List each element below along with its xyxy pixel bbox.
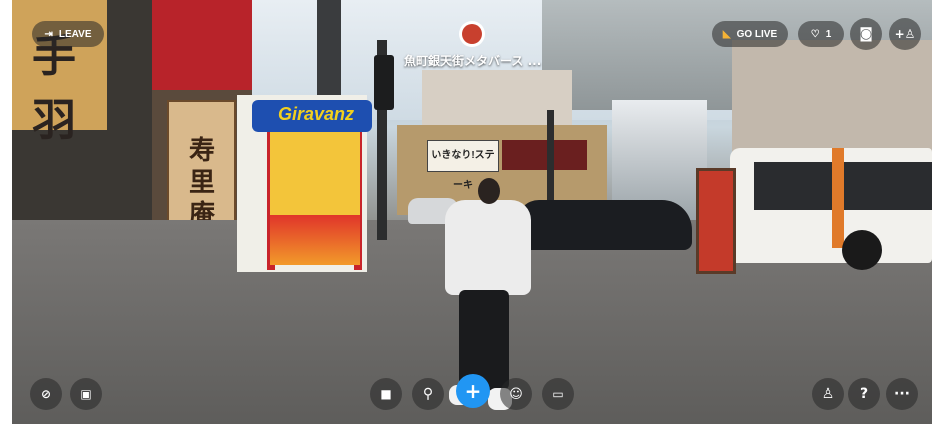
add-user-icon: +♙ bbox=[894, 27, 916, 41]
mic-toggle-button[interactable]: ⊘ bbox=[30, 378, 62, 410]
video-off-icon: ▣ bbox=[80, 387, 92, 401]
megaphone-icon: ◣ bbox=[722, 28, 731, 40]
avatar-body[interactable] bbox=[445, 200, 531, 295]
exit-icon: ⇥ bbox=[44, 28, 53, 40]
leave-label: LEAVE bbox=[58, 28, 92, 40]
person-icon: ♙ bbox=[821, 386, 835, 402]
like-count: 1 bbox=[825, 28, 832, 40]
mic-off-icon: ⊘ bbox=[40, 387, 52, 401]
help-icon: ? bbox=[859, 386, 869, 402]
heart-icon: ♡ bbox=[810, 28, 820, 40]
help-button[interactable]: ? bbox=[848, 378, 880, 410]
leave-button[interactable]: ⇥ LEAVE bbox=[32, 21, 104, 47]
booth-flames bbox=[270, 215, 360, 265]
go-live-button[interactable]: ◣ GO LIVE bbox=[712, 21, 788, 47]
like-button[interactable]: ♡ 1 bbox=[798, 21, 844, 47]
add-user-button[interactable]: +♙ bbox=[889, 18, 921, 50]
plus-icon: + bbox=[464, 379, 482, 403]
traffic-light-icon bbox=[374, 55, 394, 110]
more-icon: ··· bbox=[894, 386, 910, 402]
camera-button[interactable]: ◙ bbox=[850, 18, 882, 50]
emoji-icon: ☺ bbox=[509, 386, 523, 402]
avatar-settings-button[interactable]: ♙ bbox=[812, 378, 844, 410]
sticky-note-button[interactable]: ■ bbox=[370, 378, 402, 410]
host-avatar[interactable] bbox=[459, 21, 485, 47]
more-button[interactable]: ··· bbox=[886, 378, 918, 410]
black-car bbox=[517, 200, 692, 250]
emoji-button[interactable]: ☺ bbox=[500, 378, 532, 410]
juri-sign-text: 寿里庵 bbox=[188, 136, 215, 230]
store-sign bbox=[502, 140, 587, 170]
go-live-label: GO LIVE bbox=[736, 28, 778, 40]
video-toggle-button[interactable]: ▣ bbox=[70, 378, 102, 410]
avatar-head[interactable] bbox=[478, 178, 500, 204]
room-title[interactable]: 魚町銀天街メタバース ... bbox=[404, 52, 544, 69]
screen-share-icon: ▭ bbox=[552, 387, 564, 401]
tebane-sign: 手羽 bbox=[12, 0, 107, 146]
booth-logo: Giravanz bbox=[277, 104, 355, 124]
search-button[interactable]: ⚲ bbox=[412, 378, 444, 410]
add-object-button[interactable]: + bbox=[456, 374, 490, 408]
bus-wheel bbox=[842, 230, 882, 270]
screen-share-button[interactable]: ▭ bbox=[542, 378, 574, 410]
sticky-note-icon: ■ bbox=[380, 387, 392, 401]
bus-stripe bbox=[832, 148, 844, 248]
camera-icon: ◙ bbox=[859, 26, 873, 42]
steak-sign: いきなり!ステーキ bbox=[427, 140, 499, 191]
standing-banner[interactable] bbox=[696, 168, 736, 274]
search-icon: ⚲ bbox=[422, 386, 434, 402]
metaverse-viewport[interactable]: いきなり!ステーキ 手羽 寿里庵 Giravanz ⇥ LEAVE 魚町銀天街メ… bbox=[12, 0, 932, 424]
red-sign bbox=[152, 0, 252, 90]
